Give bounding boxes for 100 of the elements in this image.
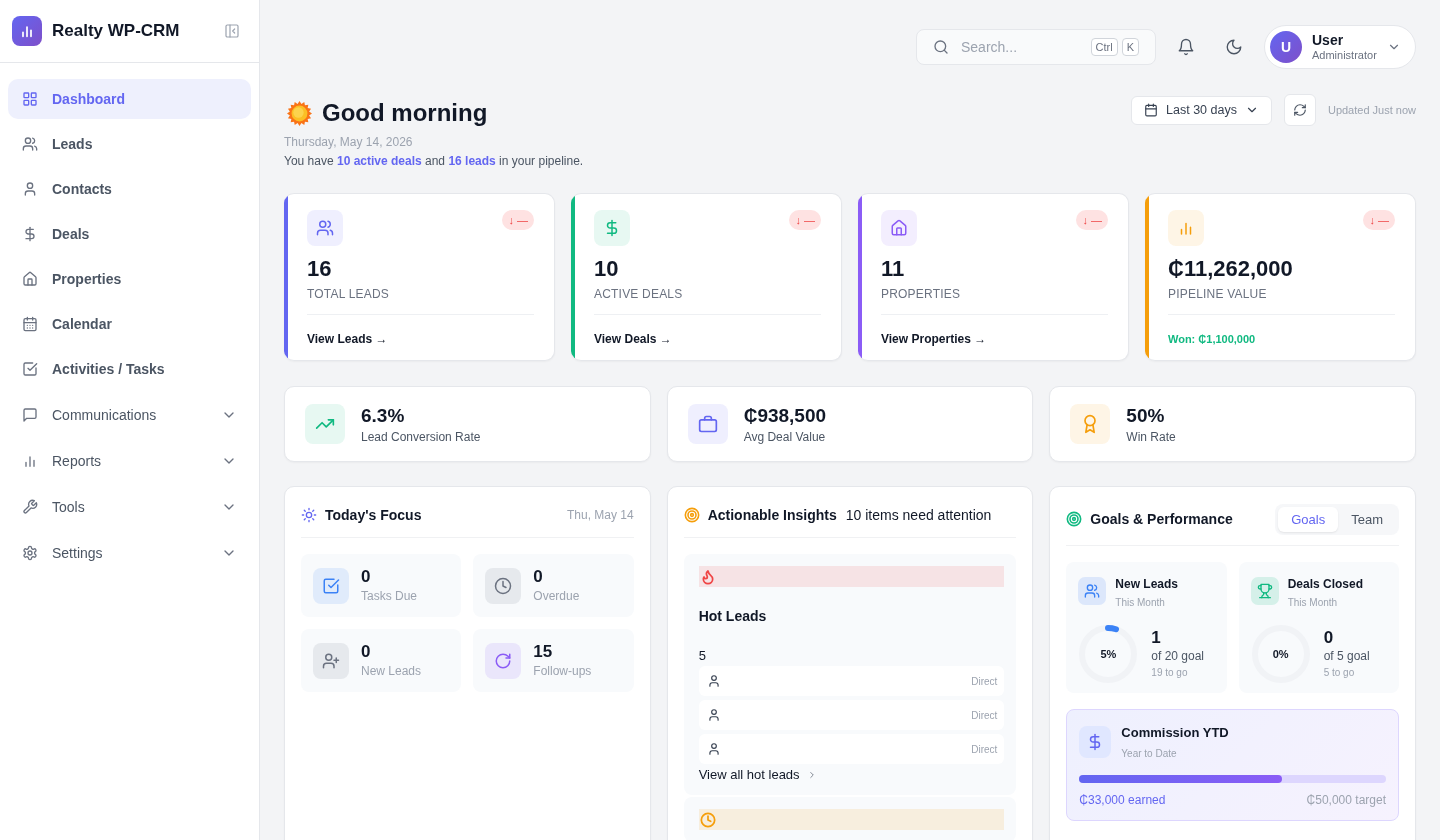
target-icon: [683, 507, 700, 523]
commission-period: Year to Date: [1121, 748, 1177, 760]
earned-amount: ₵33,000 earned: [1079, 793, 1166, 807]
bell-icon[interactable]: [1177, 38, 1195, 56]
lead-source: Direct: [971, 743, 998, 755]
tab[interactable]: Team: [1338, 506, 1396, 532]
panel-title: Actionable Insights: [707, 507, 837, 523]
focus-label: New Leads: [361, 663, 422, 679]
nav-item[interactable]: Deals: [8, 214, 251, 254]
focus-count: 0: [533, 567, 543, 587]
goal-value: 0: [1323, 628, 1334, 648]
grid-icon: [22, 91, 38, 107]
trend-badge: ↓ —: [1076, 210, 1108, 230]
dollar-icon: [22, 226, 38, 242]
house-icon: [881, 210, 917, 246]
metric-label: Avg Deal Value: [743, 428, 826, 445]
chat-bubble-icon: [22, 406, 38, 423]
sidebar-toggle-icon[interactable]: [224, 23, 240, 39]
percent-text: 0%: [1272, 648, 1289, 660]
focus-count: 0: [361, 567, 371, 587]
focus-tile[interactable]: 0 New Leads: [301, 629, 462, 692]
greeting-title: Good morning: [322, 98, 488, 128]
search-icon: [933, 39, 949, 55]
nav-item[interactable]: Dashboard: [8, 79, 251, 119]
nav-item[interactable]: Activities / Tasks: [8, 349, 251, 389]
metric-value: ₵938,500: [743, 403, 827, 428]
stat-label: PIPELINE VALUE: [1168, 286, 1267, 303]
group-count: 5: [698, 647, 706, 665]
calendar-icon: [1144, 103, 1159, 117]
group-title: Hot Leads: [698, 607, 767, 626]
trend-badge: ↓ —: [1363, 210, 1395, 230]
stat-value: 16: [307, 255, 332, 283]
shortcut-key: Ctrl: [1090, 38, 1118, 56]
user-avatar: U: [1270, 31, 1302, 63]
trend-badge: ↓ —: [789, 210, 821, 230]
target-icon: [1066, 511, 1083, 527]
nav-item[interactable]: Tools: [8, 486, 251, 527]
dollar-icon: [1079, 726, 1112, 758]
checkbox-icon: [22, 361, 38, 377]
goal-target: of 5 goal: [1323, 648, 1370, 664]
nav-item[interactable]: Calendar: [8, 304, 251, 344]
lead-source: Direct: [971, 709, 998, 721]
focus-label: Follow-ups: [533, 663, 592, 679]
focus-label: Overdue: [533, 588, 580, 604]
goal-value: 1: [1151, 628, 1161, 648]
view-link[interactable]: View Deals →: [594, 332, 672, 346]
goal-remaining: 19 to go: [1151, 666, 1188, 680]
nav-item[interactable]: Communications: [8, 394, 251, 435]
moon-icon[interactable]: [1225, 38, 1243, 56]
metric-value: 6.3%: [361, 403, 405, 428]
people-icon: [307, 210, 343, 246]
tab[interactable]: Goals: [1278, 506, 1339, 532]
bar-chart-icon: [1168, 210, 1204, 246]
last-updated-text: Updated Just now: [1327, 104, 1416, 116]
attention-count: 10 items need attention: [845, 507, 992, 523]
stat-value: 10: [594, 255, 619, 283]
view-link[interactable]: View Properties →: [881, 332, 987, 346]
stat-label: PROPERTIES: [881, 286, 961, 303]
goal-title: Deals Closed: [1287, 577, 1364, 591]
focus-tile[interactable]: 0 Tasks Due: [301, 554, 462, 617]
stat-label: TOTAL LEADS: [307, 286, 389, 303]
nav-item[interactable]: Reports: [8, 440, 251, 481]
logo-icon: [12, 16, 42, 46]
panel-date: Thu, May 14: [566, 508, 634, 522]
target-amount: ₵50,000 target: [1306, 793, 1386, 807]
view-all-link[interactable]: View all hot leads: [698, 767, 817, 783]
trend-badge: ↓ —: [502, 210, 534, 230]
progress-ring: [1078, 624, 1139, 684]
person-icon: [706, 708, 721, 722]
focus-label: Tasks Due: [361, 588, 418, 604]
focus-count: 15: [533, 642, 553, 662]
brand-name: Realty WP-CRM: [52, 21, 180, 41]
focus-count: 0: [361, 642, 371, 662]
nav-item[interactable]: Leads: [8, 124, 251, 164]
house-icon: [22, 271, 38, 287]
goal-title: New Leads: [1115, 577, 1179, 591]
stat-value: 11: [881, 255, 905, 283]
goal-target: of 20 goal: [1151, 648, 1205, 664]
wrench-icon: [22, 498, 38, 515]
person-icon: [22, 181, 38, 197]
refresh-button[interactable]: [1283, 94, 1316, 126]
nav-item[interactable]: Settings: [8, 532, 251, 573]
goal-remaining: 5 to go: [1323, 666, 1355, 680]
dollar-icon: [594, 210, 630, 246]
panel-title: Goals & Performance: [1090, 511, 1233, 527]
settings-icon: [22, 544, 38, 561]
focus-tile[interactable]: 15 Follow-ups: [473, 629, 634, 692]
user-role: Administrator: [1312, 48, 1377, 62]
focus-tile[interactable]: 0 Overdue: [473, 554, 634, 617]
view-link[interactable]: View Leads →: [307, 332, 388, 346]
refresh-icon: [1292, 103, 1307, 117]
nav-item[interactable]: Contacts: [8, 169, 251, 209]
metric-value: 50%: [1126, 403, 1165, 428]
lead-source: Direct: [971, 675, 998, 687]
date-range-dropdown[interactable]: Last 30 days: [1131, 95, 1272, 125]
metric-label: Lead Conversion Rate: [361, 428, 481, 445]
nav-item[interactable]: Properties: [8, 259, 251, 299]
pipeline-summary: You have 10 active deals and 16 leads in your pipeline.: [284, 153, 584, 170]
people-icon: [22, 136, 38, 152]
user-menu[interactable]: U User Administrator: [1264, 25, 1416, 69]
